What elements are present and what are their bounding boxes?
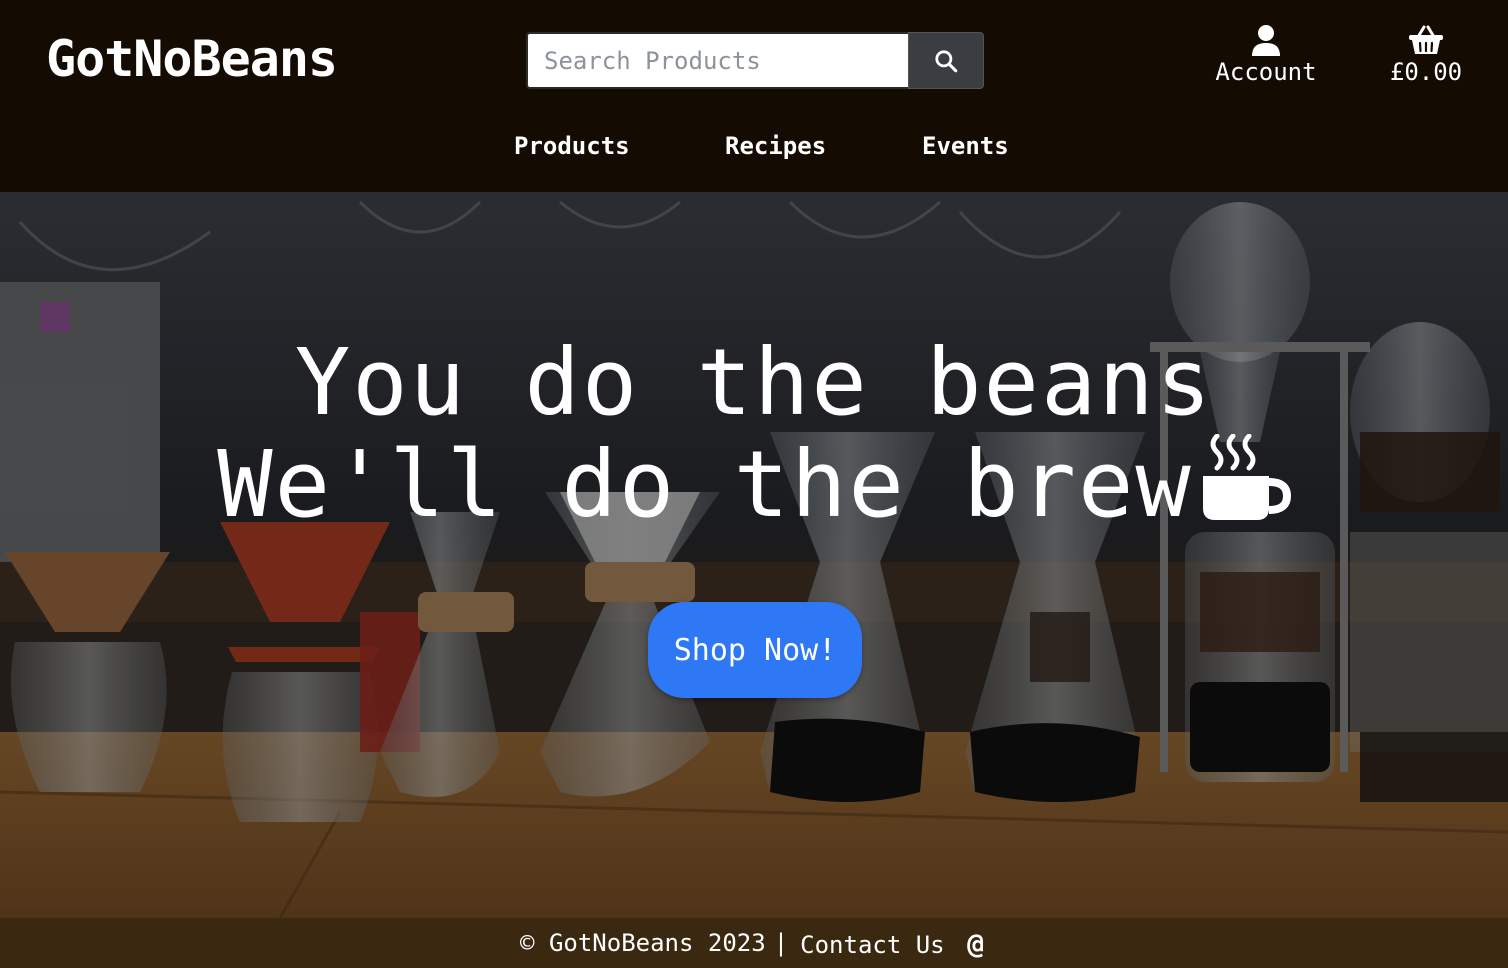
search-bar [526,32,984,89]
hero-overlay [0,192,1508,918]
coffee-mug-icon [1202,434,1291,520]
site-header: GotNoBeans Account £0.00 Products Re [0,0,1508,192]
hero-banner: You do the beans We'll do the brew Shop … [0,192,1508,918]
site-logo[interactable]: GotNoBeans [46,30,338,88]
account-link[interactable]: Account [1214,24,1318,86]
basket-total: £0.00 [1389,58,1463,86]
hero-line-1: You do the beans [294,329,1214,436]
footer-copyright: © GotNoBeans 2023 [520,929,766,957]
shop-now-button[interactable]: Shop Now! [648,602,862,698]
basket-link[interactable]: £0.00 [1386,24,1466,86]
nav-item-recipes[interactable]: Recipes [725,132,826,160]
contact-us-label: Contact Us [800,930,945,959]
search-input[interactable] [526,32,908,89]
hero-line-2-wrap: We'll do the brew [0,434,1508,536]
site-footer: © GotNoBeans 2023 | Contact Us @ [0,918,1508,968]
search-icon [935,49,958,72]
nav-item-products[interactable]: Products [514,132,630,160]
account-label: Account [1215,58,1317,86]
nav-item-events[interactable]: Events [922,132,1009,160]
hero-line-2: We'll do the brew [217,431,1193,538]
footer-separator: | [773,929,789,957]
basket-icon [1409,25,1443,54]
search-button[interactable] [908,32,984,89]
hero-headline: You do the beans We'll do the brew [0,332,1508,536]
contact-us-link[interactable]: Contact Us @ [796,927,988,960]
at-icon: @ [967,926,984,960]
account-icon [1252,25,1280,56]
